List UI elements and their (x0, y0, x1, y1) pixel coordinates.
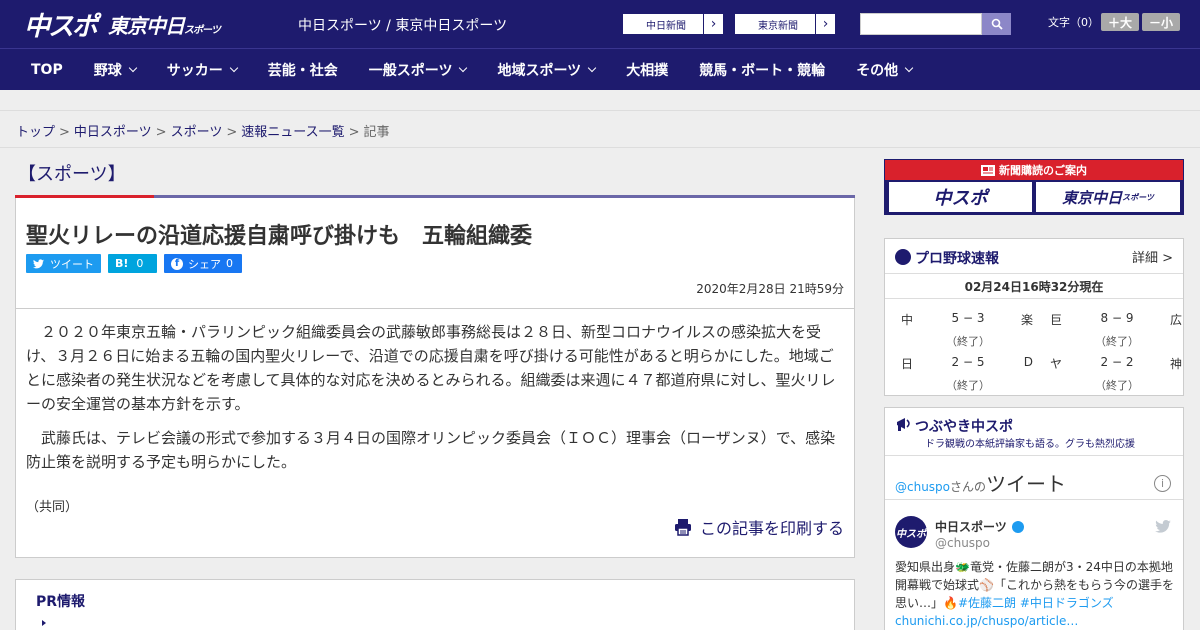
facebook-icon: f (171, 257, 183, 270)
breadcrumb-sports[interactable]: スポーツ (171, 125, 223, 140)
newspaper-icon (981, 164, 995, 176)
hatena-bookmark-button[interactable]: B! 0 (108, 254, 157, 273)
tweet-text: 愛知県出身🐲竜党・佐藤二朗が3・24中日の本拠地開幕戦で始球式⚾「これから熱をも… (895, 560, 1174, 628)
tweets-handle-link[interactable]: @chuspo (895, 480, 950, 494)
link-tokyo-chunichi-sports[interactable]: 東京中日スポーツ (395, 18, 507, 34)
top-header: 中スポ 東京中日スポーツ 中日スポーツ / 東京中日スポーツ 中日新聞 › 東京… (0, 0, 1200, 48)
pr-box: PR情報 (15, 579, 855, 630)
subscribe-tokyo-chunichi-tile[interactable]: 東京中日 スポーツ (1036, 182, 1180, 212)
link-chunichi-sports[interactable]: 中日スポーツ (298, 18, 382, 34)
game-score[interactable]: ヤ 2 − 2 （終了） 神 (1042, 355, 1182, 399)
tweet-author-handle[interactable]: @chuspo (935, 536, 990, 550)
nav-item-regional-sports[interactable]: 地域スポーツ (497, 60, 597, 80)
info-icon[interactable]: i (1154, 475, 1171, 492)
game-score[interactable]: 日 2 − 5 （終了） D (893, 355, 1033, 399)
article-paragraph: 武藤氏は、テレビ会議の形式で参加する３月４日の国際オリンピック委員会（ＩＯＣ）理… (26, 429, 836, 471)
tweets-title: つぶやき中スポ (915, 419, 1013, 435)
subscribe-label: 新聞購読のご案内 (885, 160, 1183, 180)
hatena-icon: B! (115, 257, 129, 270)
search-button[interactable] (982, 13, 1011, 35)
tweets-subtitle: ドラ観戦の本紙評論家も語る。グラも熱烈応援 (925, 439, 1135, 450)
tokyo-shimbun-button[interactable]: 東京新聞 › (734, 13, 836, 35)
breadcrumb-top[interactable]: トップ (16, 125, 55, 140)
article-credit: （共同） (26, 500, 79, 515)
verified-badge-icon (1011, 520, 1024, 533)
printer-icon (674, 519, 691, 536)
breadcrumb-chunichi-sports[interactable]: 中日スポーツ (74, 125, 152, 140)
nav-item-baseball[interactable]: 野球 (94, 60, 137, 80)
chunichi-shimbun-button[interactable]: 中日新聞 › (622, 13, 724, 35)
nav-item-racing[interactable]: 競馬・ボート・競輪 (699, 60, 825, 80)
tweets-widget: つぶやき中スポ ドラ観戦の本紙評論家も語る。グラも熱烈応援 @chuspoさんの… (884, 407, 1184, 630)
subscribe-chuspo-tile[interactable]: 中スポ (889, 182, 1032, 212)
site-links: 中日スポーツ / 東京中日スポーツ (298, 18, 508, 34)
megaphone-icon (897, 418, 910, 431)
tweet-url-link[interactable]: chunichi.co.jp/chuspo/article… (895, 614, 1078, 628)
game-score[interactable]: 巨 8 − 9 （終了） 広 (1042, 311, 1182, 355)
font-size-label: 文字（0） (1048, 16, 1099, 29)
article-body: ２０２０年東京五輪・パラリンピック組織委員会の武藤敏郎事務総長は２８日、新型コロ… (26, 320, 846, 484)
site-logo[interactable]: 中スポ 東京中日スポーツ (24, 8, 221, 42)
breadcrumb-news-list[interactable]: 速報ニュース一覧 (241, 125, 344, 140)
chevron-down-icon (587, 63, 597, 72)
facebook-share-button[interactable]: f シェア 0 (164, 254, 242, 273)
nav-item-other[interactable]: その他 (856, 60, 914, 80)
tweet-author-name[interactable]: 中日スポーツ (935, 518, 1024, 535)
baseball-icon (895, 249, 911, 265)
print-article-link[interactable]: この記事を印刷する (674, 515, 844, 539)
pr-title: PR情報 (36, 594, 86, 610)
nav-item-top[interactable]: TOP (31, 62, 63, 78)
caret-right-icon (42, 620, 46, 626)
tweet-button[interactable]: ツイート (26, 254, 101, 273)
hashtag-link[interactable]: #中日ドラゴンズ (1020, 596, 1114, 610)
font-size-increase-button[interactable]: ＋大 (1101, 13, 1139, 31)
logo-tokyo-chunichi: 東京中日スポーツ (108, 13, 221, 38)
nav-item-soccer[interactable]: サッカー (167, 60, 238, 80)
chevron-down-icon (904, 63, 914, 72)
tweets-header: @chuspoさんのツイート (895, 472, 1067, 496)
nav-item-entertainment[interactable]: 芸能・社会 (268, 60, 338, 80)
article-paragraph: ２０２０年東京五輪・パラリンピック組織委員会の武藤敏郎事務総長は２８日、新型コロ… (26, 323, 836, 413)
twitter-bird-icon (33, 258, 44, 268)
article-date: 2020年2月28日 21時59分 (696, 282, 844, 296)
baseball-title: プロ野球速報 (915, 251, 999, 267)
breadcrumb: トップ > 中日スポーツ > スポーツ > 速報ニュース一覧 > 記事 (16, 125, 390, 140)
font-size-decrease-button[interactable]: －小 (1142, 13, 1180, 31)
hashtag-link[interactable]: #佐藤二朗 (958, 596, 1016, 610)
logo-chuspo: 中スポ (24, 11, 98, 42)
baseball-detail-link[interactable]: 詳細 > (1132, 247, 1173, 266)
chevron-down-icon (459, 63, 468, 72)
main-nav: TOP 野球 サッカー 芸能・社会 一般スポーツ 地域スポーツ 大相撲 競馬・ボ… (0, 48, 1200, 90)
nav-item-sumo[interactable]: 大相撲 (626, 60, 668, 80)
scores-updated-time: 02月24日16時32分現在 (885, 273, 1183, 299)
section-title: 【スポーツ】 (18, 164, 126, 185)
chevron-down-icon (229, 63, 238, 72)
article-headline: 聖火リレーの沿道応援自粛呼び掛けも 五輪組織委 (26, 224, 533, 249)
breadcrumb-current: 記事 (363, 125, 390, 140)
search-icon (991, 18, 1003, 30)
baseball-scores-widget: プロ野球速報 詳細 > 02月24日16時32分現在 中 5 − 3 （終了） … (884, 238, 1184, 396)
nav-item-general-sports[interactable]: 一般スポーツ (369, 60, 468, 80)
subscribe-banner[interactable]: 新聞購読のご案内 中スポ 東京中日 スポーツ (884, 159, 1184, 215)
avatar[interactable]: 中スポ (895, 516, 927, 548)
chevron-right-icon: › (815, 14, 835, 34)
article-card: 聖火リレーの沿道応援自粛呼び掛けも 五輪組織委 ツイート B! 0 f シェア … (15, 198, 855, 558)
search-input[interactable] (860, 13, 982, 35)
twitter-bird-icon[interactable] (1155, 520, 1171, 533)
chevron-right-icon: › (703, 14, 723, 34)
chevron-down-icon (128, 63, 137, 72)
game-score[interactable]: 中 5 − 3 （終了） 楽 (893, 311, 1033, 355)
